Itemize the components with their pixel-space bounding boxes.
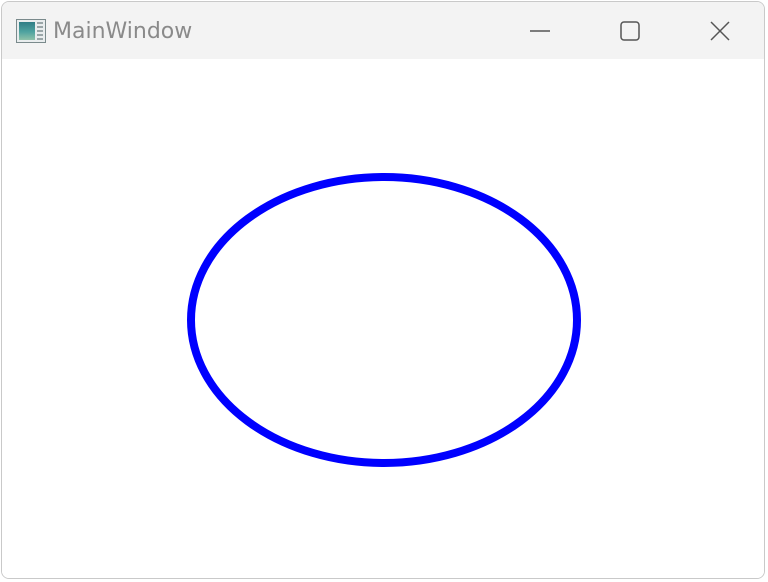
main-window: MainWindow <box>1 1 765 579</box>
app-icon-right-pane <box>37 22 43 40</box>
close-icon <box>710 20 730 41</box>
title-bar[interactable]: MainWindow <box>2 2 764 59</box>
app-icon[interactable] <box>16 19 46 43</box>
window-title: MainWindow <box>53 19 193 44</box>
maximize-button[interactable] <box>585 2 675 59</box>
maximize-icon <box>620 20 640 41</box>
drawing-canvas <box>187 173 581 467</box>
close-button[interactable] <box>675 2 764 59</box>
minimize-button[interactable] <box>495 2 585 59</box>
minimize-icon <box>530 29 550 32</box>
blue-ellipse <box>187 173 581 467</box>
app-icon-left-pane <box>19 22 35 40</box>
window-client-area <box>2 59 764 578</box>
